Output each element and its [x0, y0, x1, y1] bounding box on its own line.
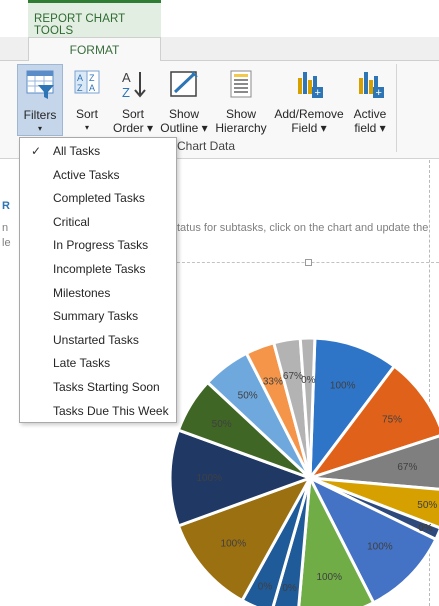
chevron-down-icon: ▾ [84, 123, 89, 132]
filter-menu-item-label: Completed Tasks [53, 191, 145, 206]
active-field-button[interactable]: + Active field ▾ [347, 64, 393, 136]
pie-slice-label: 100% [196, 473, 222, 484]
filter-menu-item-label: Milestones [53, 285, 111, 300]
pie-slice-label: 50% [238, 390, 258, 401]
filter-menu-item-label: Critical [53, 214, 90, 229]
filter-menu-item[interactable]: Active Tasks [20, 164, 176, 188]
pie-slice-label: 0% [418, 523, 433, 534]
active-field-label-2: field ▾ [354, 121, 386, 135]
pie-slice-label: 100% [316, 572, 342, 583]
ribbon-group-separator [396, 64, 397, 152]
outline-icon [170, 71, 198, 97]
svg-text:A: A [122, 70, 131, 85]
add-field-icon: + [298, 72, 323, 99]
filter-menu-item-label: Unstarted Tasks [53, 332, 139, 347]
filter-menu-item-label: All Tasks [53, 144, 101, 158]
filter-menu-item[interactable]: Completed Tasks [20, 187, 176, 211]
pie-slice-label: 100% [367, 542, 393, 553]
filter-menu-item[interactable]: All Tasks ✓ [20, 140, 176, 164]
filter-menu-item[interactable]: Incomplete Tasks [20, 258, 176, 282]
project-report-window: R n le tatus for subtasks, click on the … [0, 0, 439, 606]
add-remove-field-label-2: Field ▾ [291, 121, 327, 135]
filter-menu-item[interactable]: Milestones [20, 282, 176, 306]
hierarchy-icon [230, 70, 252, 98]
filter-icon [26, 70, 54, 99]
tab-format[interactable]: FORMAT [28, 37, 161, 62]
filter-menu-item[interactable]: Unstarted Tasks [20, 329, 176, 353]
filter-menu-item-label: Late Tasks [53, 356, 111, 371]
pie-slice-label: 0% [301, 375, 316, 386]
add-remove-field-button[interactable]: + Add/Remove Field ▾ [271, 64, 347, 136]
svg-text:A: A [89, 83, 95, 93]
svg-text:+: + [376, 87, 382, 99]
pie-slice-label: 100% [330, 381, 356, 392]
show-outline-label-2: Outline ▾ [160, 121, 208, 135]
svg-text:Z: Z [89, 73, 95, 83]
show-hierarchy-button[interactable]: Show Hierarchy [213, 64, 269, 136]
filter-menu-item[interactable]: Tasks Due This Week [20, 400, 176, 424]
sort-button[interactable]: A Z Z A Sort ▾ [66, 64, 108, 136]
pie-slice-label: 0% [282, 583, 297, 594]
sort-label: Sort [75, 107, 98, 121]
show-hierarchy-label: Show [225, 107, 257, 121]
chevron-down-icon: ▾ [37, 124, 42, 133]
pie-slice-label: 67% [397, 462, 417, 473]
svg-text:Z: Z [77, 83, 83, 93]
sort-order-label: Sort [121, 107, 144, 121]
filters-dropdown-menu: All Tasks ✓ Active Tasks Completed Tasks Cri… [19, 137, 177, 423]
filter-menu-item[interactable]: Critical [20, 211, 176, 235]
pie-slice-label: 67% [283, 371, 303, 382]
filter-menu-item-label: Tasks Starting Soon [53, 380, 160, 394]
pie-slice-label: 100% [221, 538, 247, 549]
filter-menu-item[interactable]: Summary Tasks [20, 305, 176, 329]
filter-menu-item[interactable]: Tasks Starting Soon [20, 376, 176, 400]
pie-slice-label: 50% [212, 419, 232, 430]
contextual-tab-group-header: REPORT CHART TOOLS [28, 0, 161, 37]
filter-menu-item-label: Incomplete Tasks [53, 262, 146, 276]
sort-order-icon: A Z [122, 70, 146, 100]
filter-menu-item-label: Active Tasks [53, 167, 120, 182]
pie-slice-label: 33% [263, 376, 283, 387]
filter-menu-item-label: Tasks Due This Week [53, 403, 169, 418]
active-field-icon: + [359, 72, 384, 99]
svg-text:Z: Z [122, 85, 130, 100]
svg-text:A: A [77, 73, 83, 83]
sort-order-button[interactable]: A Z Sort Order ▾ [110, 64, 156, 136]
checkmark-icon: ✓ [31, 144, 42, 158]
filter-menu-item[interactable]: In Progress Tasks [20, 234, 176, 258]
tool-group-title: REPORT CHART TOOLS [34, 13, 126, 37]
sort-icon: A Z Z A [74, 70, 100, 94]
filters-label: Filters [23, 108, 57, 122]
filters-button[interactable]: Filters ▾ [17, 64, 63, 136]
pie-slice-label: 50% [417, 500, 437, 511]
svg-text:+: + [315, 87, 321, 99]
show-outline-button[interactable]: Show Outline ▾ [157, 64, 211, 136]
filter-menu-item-label: Summary Tasks [53, 309, 139, 324]
filter-menu-item[interactable]: Late Tasks [20, 352, 176, 376]
show-outline-label: Show [168, 107, 200, 121]
show-hierarchy-label-2: Hierarchy [215, 121, 267, 135]
chart-data-group-label: Chart Data [177, 139, 236, 153]
active-field-label: Active [353, 107, 387, 121]
add-remove-field-label: Add/Remove [274, 107, 344, 121]
pie-slice-label: 75% [382, 414, 402, 425]
filter-menu-item-label: In Progress Tasks [53, 238, 149, 253]
pie-slice-label: 0% [258, 582, 273, 593]
sort-order-label-2: Order ▾ [112, 121, 154, 135]
